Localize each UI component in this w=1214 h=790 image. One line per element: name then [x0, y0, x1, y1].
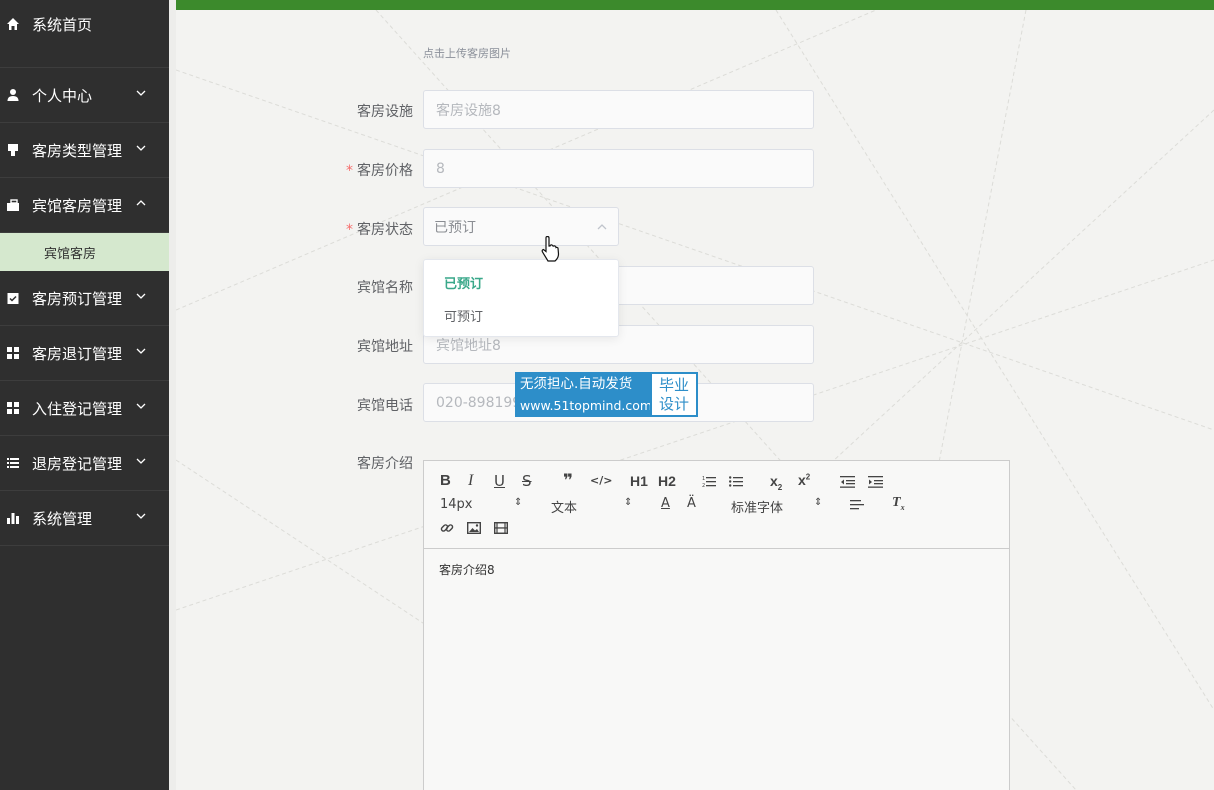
hotel-name-label: 宾馆名称 [357, 280, 413, 296]
sidebar-item-label: 宾馆客房管理 [32, 196, 123, 215]
hotel-phone-label: 宾馆电话 [357, 398, 413, 414]
ordered-list-icon[interactable]: 12 [702, 475, 716, 488]
superscript-icon[interactable]: x2 [798, 472, 810, 488]
watermark-right1: 毕业 [658, 376, 689, 394]
list-icon [6, 456, 20, 470]
sidebar-item-system[interactable]: 系统管理 [0, 491, 169, 546]
image-icon[interactable] [467, 522, 481, 534]
watermark-right2: 设计 [658, 395, 689, 413]
content-edge [169, 0, 176, 790]
bed-icon [6, 143, 20, 157]
chevron-down-icon [136, 348, 146, 354]
sidebar-item-label: 客房退订管理 [32, 344, 123, 363]
chevron-down-icon [136, 145, 146, 151]
subscript-icon[interactable]: x2 [770, 473, 782, 492]
font-color-icon[interactable]: A [661, 496, 670, 511]
price-label: * 客房价格 [346, 163, 413, 179]
clipboard-icon [6, 291, 20, 305]
header1-icon[interactable]: H1 [630, 473, 648, 489]
upload-hint[interactable]: 点击上传客房图片 [423, 45, 511, 61]
sidebar-subitem-hotel-rooms[interactable]: 宾馆客房 [0, 233, 169, 271]
sidebar-item-label: 退房登记管理 [32, 454, 123, 473]
sidebar-item-hotel-room[interactable]: 宾馆客房管理 [0, 178, 169, 233]
code-icon[interactable]: </> [590, 474, 612, 487]
home-icon [6, 17, 20, 31]
sidebar-item-label: 系统首页 [32, 16, 93, 34]
watermark-line1: 无须担心.自动发货 [520, 376, 633, 392]
svg-text:2: 2 [702, 483, 705, 488]
chevron-up-icon [136, 200, 146, 206]
font-family-select[interactable]: 标准字体 [731, 497, 783, 516]
status-select-value: 已预订 [434, 219, 476, 236]
facilities-input[interactable]: 客房设施8 [423, 90, 814, 129]
user-icon [6, 88, 20, 102]
video-icon[interactable] [494, 522, 508, 534]
sidebar-item-personal[interactable]: 个人中心 [0, 68, 169, 123]
sidebar-item-label: 客房预订管理 [32, 289, 123, 308]
paragraph-select[interactable]: 文本 [551, 497, 577, 516]
sidebar-item-label: 个人中心 [32, 86, 93, 105]
sidebar-item-label: 系统管理 [32, 509, 93, 528]
svg-text:1: 1 [702, 476, 705, 482]
italic-icon[interactable]: I [468, 472, 473, 490]
status-option-available[interactable]: 可预订 [424, 299, 618, 332]
background-color-icon[interactable]: Ä [687, 496, 696, 511]
editor-toolbar: B I U S ❞ </> H1 H2 12 x2 x2 14px ⇕ 文本 ⇕… [424, 461, 1009, 549]
status-label: * 客房状态 [346, 222, 413, 238]
quote-icon[interactable]: ❞ [563, 471, 573, 491]
status-select[interactable]: 已预订 [423, 207, 619, 246]
link-icon[interactable] [440, 521, 454, 535]
align-icon[interactable] [850, 499, 864, 511]
font-size-select[interactable]: 14px [440, 497, 473, 512]
sidebar: 系统首页 个人中心 客房类型管理 宾馆客房管理 宾馆客房 客房预订管理 客房退订… [0, 0, 169, 790]
clear-format-icon[interactable]: Tx [892, 495, 905, 512]
top-header-bar [176, 0, 1214, 10]
sidebar-item-checkout[interactable]: 退房登记管理 [0, 436, 169, 491]
grid-icon [6, 346, 20, 360]
briefcase-icon [6, 198, 20, 212]
required-mark: * [346, 222, 353, 238]
sidebar-item-home[interactable]: 系统首页 [0, 0, 169, 68]
grid-icon [6, 401, 20, 415]
sidebar-item-booking[interactable]: 客房预订管理 [0, 271, 169, 326]
chevron-up-icon [597, 224, 607, 230]
watermark-line2: www.51topmind.com [520, 398, 653, 413]
font-size-select-arrows-icon: ⇕ [514, 497, 523, 508]
status-dropdown: 已预订 可预订 [423, 259, 619, 337]
price-input[interactable]: 8 [423, 149, 814, 188]
chevron-down-icon [136, 458, 146, 464]
chevron-down-icon [136, 293, 146, 299]
status-option-booked[interactable]: 已预订 [424, 266, 618, 299]
chevron-down-icon [136, 513, 146, 519]
sidebar-item-label: 入住登记管理 [32, 399, 123, 418]
outdent-icon[interactable] [840, 475, 855, 488]
header2-icon[interactable]: H2 [658, 473, 676, 489]
chevron-down-icon [136, 403, 146, 409]
rich-text-editor: B I U S ❞ </> H1 H2 12 x2 x2 14px ⇕ 文本 ⇕… [423, 460, 1010, 790]
sidebar-item-cancel[interactable]: 客房退订管理 [0, 326, 169, 381]
sidebar-item-label: 客房类型管理 [32, 141, 123, 160]
hand-cursor-icon [541, 236, 560, 262]
paragraph-select-arrows-icon: ⇕ [624, 497, 633, 508]
indent-icon[interactable] [868, 475, 883, 488]
required-mark: * [346, 163, 353, 179]
intro-label: 客房介绍 [357, 456, 413, 472]
chevron-down-icon [136, 90, 146, 96]
sidebar-item-checkin[interactable]: 入住登记管理 [0, 381, 169, 436]
bar-chart-icon [6, 511, 20, 525]
sidebar-item-room-type[interactable]: 客房类型管理 [0, 123, 169, 178]
watermark-badge: 无须担心.自动发货 www.51topmind.com 毕业 设计 [515, 372, 698, 417]
underline-icon[interactable]: U [494, 472, 505, 490]
bold-icon[interactable]: B [440, 472, 451, 489]
facilities-label: 客房设施 [357, 104, 413, 120]
hotel-address-label: 宾馆地址 [357, 339, 413, 355]
bullet-list-icon[interactable] [729, 475, 743, 488]
font-family-select-arrows-icon: ⇕ [814, 497, 823, 508]
strikethrough-icon[interactable]: S [522, 472, 532, 490]
editor-content[interactable]: 客房介绍8 [424, 549, 1009, 590]
